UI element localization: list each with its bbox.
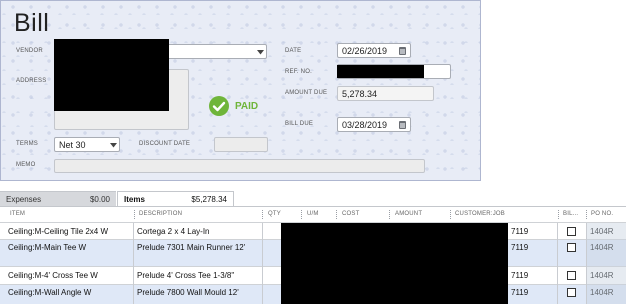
column-header-billable[interactable]: BIL...: [563, 211, 578, 217]
billable-checkbox[interactable]: [567, 271, 576, 280]
cell-description[interactable]: Prelude 7301 Main Runner 12': [137, 243, 259, 253]
amount-due-field: 5,278.34: [337, 86, 434, 101]
column-header-po-no[interactable]: PO NO.: [591, 211, 613, 217]
column-header-customer-job[interactable]: CUSTOMER:JOB: [455, 211, 505, 217]
vendor-label: VENDOR: [16, 48, 43, 54]
billable-checkbox[interactable]: [567, 288, 576, 297]
redacted-block: [54, 39, 169, 111]
cell-description[interactable]: Prelude 7800 Wall Mould 12': [137, 288, 239, 297]
date-label: DATE: [285, 48, 302, 54]
column-separator: [134, 210, 135, 219]
column-header-um[interactable]: U/M: [307, 211, 319, 217]
cell-item[interactable]: Ceiling:M-Ceiling Tile 2x4 W: [8, 227, 108, 236]
column-separator: [301, 210, 302, 219]
items-grid-header: ITEM DESCRIPTION QTY U/M COST AMOUNT CUS…: [0, 207, 626, 223]
paid-status-label: PAID: [235, 101, 259, 112]
memo-field[interactable]: [54, 159, 425, 173]
cell-item[interactable]: Ceiling:M-4' Cross Tee W: [8, 271, 98, 280]
column-separator: [336, 210, 337, 219]
discount-date-label: DISCOUNT DATE: [139, 141, 191, 147]
address-label: ADDRESS: [16, 78, 47, 84]
cell-customer-job[interactable]: 7119: [511, 271, 528, 280]
terms-dropdown[interactable]: Net 30: [54, 137, 120, 152]
column-header-cost[interactable]: COST: [342, 211, 359, 217]
redacted-block: [337, 65, 424, 78]
column-separator: [450, 210, 451, 219]
column-divider: [133, 223, 134, 304]
bill-due-field[interactable]: 03/28/2019: [337, 117, 411, 132]
terms-value: Net 30: [59, 139, 86, 150]
tab-items-label: Items: [124, 194, 145, 204]
discount-date-field[interactable]: [214, 137, 268, 152]
cell-item[interactable]: Ceiling:M-Wall Angle W: [8, 288, 91, 297]
bill-due-label: BILL DUE: [285, 121, 314, 127]
memo-label: MEMO: [16, 162, 36, 168]
bill-header-panel: Bill VENDOR ADDRESS PAID TERMS Net 30 DI…: [0, 0, 481, 181]
tab-expenses[interactable]: Expenses $0.00: [0, 191, 116, 206]
tab-expenses-amount: $0.00: [89, 194, 110, 204]
cell-customer-job[interactable]: 7119: [511, 243, 528, 252]
column-divider: [262, 223, 263, 304]
date-field[interactable]: 02/26/2019: [337, 43, 411, 58]
column-header-amount[interactable]: AMOUNT: [395, 211, 422, 217]
cell-customer-job[interactable]: 7119: [511, 288, 528, 297]
calendar-icon[interactable]: [399, 47, 406, 55]
redacted-block: [281, 223, 508, 304]
column-header-description[interactable]: DESCRIPTION: [139, 211, 182, 217]
column-separator: [586, 210, 587, 219]
dropdown-arrow-icon[interactable]: [109, 141, 117, 149]
column-header-item[interactable]: ITEM: [10, 211, 25, 217]
tab-items[interactable]: Items $5,278.34: [117, 191, 234, 206]
dropdown-arrow-icon[interactable]: [256, 48, 264, 56]
bill-due-value: 03/28/2019: [342, 119, 388, 130]
calendar-icon[interactable]: [399, 121, 406, 129]
column-separator: [389, 210, 390, 219]
date-value: 02/26/2019: [342, 45, 388, 56]
po-column-shade: [587, 223, 626, 304]
tab-items-amount: $5,278.34: [191, 194, 227, 204]
billable-checkbox[interactable]: [567, 227, 576, 236]
column-separator: [262, 210, 263, 219]
column-separator: [558, 210, 559, 219]
cell-customer-job[interactable]: 7119: [511, 227, 528, 236]
paid-check-icon: [209, 96, 229, 116]
tab-expenses-label: Expenses: [6, 194, 42, 204]
terms-label: TERMS: [16, 141, 38, 147]
cell-item[interactable]: Ceiling:M-Main Tee W: [8, 243, 86, 252]
cell-description[interactable]: Prelude 4' Cross Tee 1-3/8": [137, 271, 234, 280]
cell-description[interactable]: Cortega 2 x 4 Lay-In: [137, 227, 209, 236]
column-header-qty[interactable]: QTY: [268, 211, 281, 217]
billable-checkbox[interactable]: [567, 243, 576, 252]
ref-no-label: REF. NO.: [285, 69, 312, 75]
column-divider: [557, 223, 558, 304]
page-title: Bill: [14, 9, 50, 37]
amount-due-label: AMOUNT DUE: [285, 90, 328, 96]
